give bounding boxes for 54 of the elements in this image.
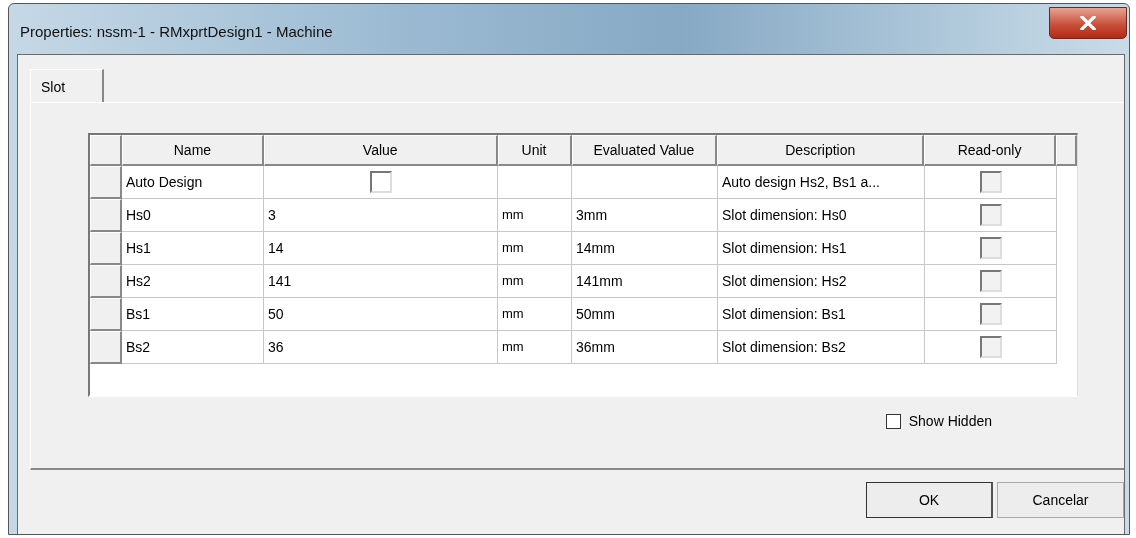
table-cell: Bs1 [122, 298, 264, 331]
table-cell: Slot dimension: Hs1 [718, 232, 925, 265]
table-cell: Auto Design [122, 166, 264, 199]
column-header[interactable]: Value [263, 135, 498, 166]
table-cell: mm [498, 232, 572, 265]
row-header[interactable] [90, 298, 122, 331]
checkbox[interactable] [979, 303, 1002, 325]
table-cell[interactable]: 36 [264, 331, 498, 364]
table-cell: 141mm [572, 265, 718, 298]
table-cell[interactable]: 3 [264, 199, 498, 232]
checkbox[interactable] [979, 204, 1002, 226]
table-cell: Slot dimension: Hs0 [718, 199, 925, 232]
column-header[interactable]: Read-only [924, 135, 1056, 166]
checkbox[interactable] [885, 413, 901, 429]
table-cell: Slot dimension: Bs1 [718, 298, 925, 331]
table-cell: 3mm [572, 199, 718, 232]
table-cell: mm [498, 298, 572, 331]
table-cell[interactable]: 50 [264, 298, 498, 331]
row-header[interactable] [90, 166, 122, 199]
checkbox[interactable] [979, 336, 1002, 358]
checkbox[interactable] [979, 237, 1002, 259]
table-cell: Slot dimension: Hs2 [718, 265, 925, 298]
table-cell: Hs1 [122, 232, 264, 265]
table-cell: 50mm [572, 298, 718, 331]
checkbox[interactable] [979, 171, 1002, 193]
table-cell: Hs2 [122, 265, 264, 298]
checkbox[interactable] [979, 270, 1002, 292]
table-cell: Slot dimension: Bs2 [718, 331, 925, 364]
dialog-button[interactable]: OK [866, 482, 993, 518]
row-header[interactable] [90, 265, 122, 298]
table-cell: mm [498, 265, 572, 298]
checkbox[interactable] [369, 171, 392, 193]
table-cell: mm [498, 199, 572, 232]
column-header[interactable]: Unit [497, 135, 572, 166]
table-cell: Auto design Hs2, Bs1 a... [718, 166, 925, 199]
table-cell: Bs2 [122, 331, 264, 364]
close-icon [1080, 16, 1096, 30]
window-title: Properties: nssm-1 - RMxprtDesign1 - Machine [20, 23, 333, 40]
checkbox-label[interactable]: Show Hidden [908, 413, 992, 429]
column-header[interactable]: Name [122, 135, 264, 166]
table-cell[interactable]: 141 [264, 265, 498, 298]
row-header[interactable] [90, 199, 122, 232]
dialog-button[interactable]: Cancelar [997, 482, 1124, 518]
table-cell: 14mm [572, 232, 718, 265]
table-cell[interactable]: 14 [264, 232, 498, 265]
column-header[interactable]: Evaluated Value [571, 135, 718, 166]
row-header[interactable] [90, 331, 122, 364]
close-button[interactable] [1049, 7, 1127, 39]
table-cell: Hs0 [122, 199, 264, 232]
table-cell: 36mm [572, 331, 718, 364]
table-cell: mm [498, 331, 572, 364]
column-header[interactable]: Description [717, 135, 925, 166]
tab[interactable]: Slot [30, 69, 104, 102]
row-header[interactable] [90, 232, 122, 265]
